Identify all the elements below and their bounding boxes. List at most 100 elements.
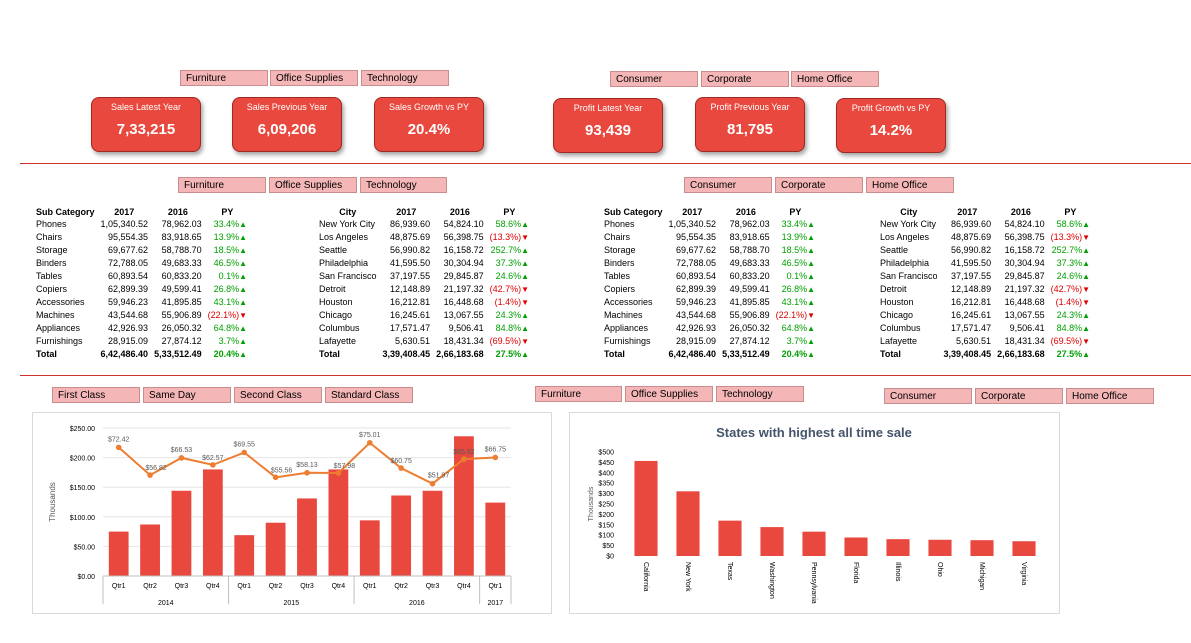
cell-value: 60,833.20	[161, 271, 202, 281]
cell-value: 55,906.89	[729, 310, 770, 320]
states-sales-chart: States with highest all time sale $0 $50 $1…	[569, 412, 1060, 614]
x-tick-label: Michigan	[978, 562, 985, 590]
kpi-sales-latest-year: Sales Latest Year 7,33,215	[91, 97, 201, 152]
bar-12	[485, 502, 506, 576]
slicer-furniture[interactable]: Furniture	[178, 177, 266, 193]
cell-value: 16,448.68	[443, 297, 484, 307]
cell-value: 56,398.75	[1004, 232, 1045, 242]
row-label: Lafayette	[880, 336, 918, 346]
py-change: (69.5%)▼	[487, 335, 532, 348]
py-change-value: 24.6%	[495, 271, 522, 281]
kpi-profit-latest-year: Profit Latest Year 93,439	[553, 98, 663, 153]
cell-value: 2,66,183.68	[997, 349, 1045, 359]
slicer-standard-class[interactable]: Standard Class	[325, 387, 413, 403]
py-change: (13.3%)▼	[1048, 231, 1093, 244]
slicer-consumer[interactable]: Consumer	[684, 177, 772, 193]
slicer-corporate[interactable]: Corporate	[975, 388, 1063, 404]
table-row: New York City 86,939.60 54,824.10 58.6%▲	[877, 218, 1093, 231]
py-change-value: 3.7%	[786, 336, 808, 346]
slicer-technology[interactable]: Technology	[716, 386, 804, 402]
py-change: 46.5%▲	[205, 257, 250, 270]
slicer-furniture[interactable]: Furniture	[180, 70, 268, 86]
slicer-home-office[interactable]: Home Office	[791, 71, 879, 87]
cell-value: 41,595.50	[390, 258, 431, 268]
table-row: Binders 72,788.05 49,683.33 46.5%▲	[33, 257, 250, 270]
cell-value: 69,677.62	[676, 245, 717, 255]
slicer-office-supplies[interactable]: Office Supplies	[269, 177, 357, 193]
slicer-office-supplies[interactable]: Office Supplies	[270, 70, 358, 86]
row-label: Seattle	[880, 245, 909, 255]
cell-value: 27,874.12	[161, 336, 202, 346]
py-change-value: (1.4%)	[1055, 297, 1083, 307]
py-change: 33.4%▲	[205, 218, 250, 231]
arrow-up-icon: ▲	[1082, 311, 1091, 320]
slicer-corporate[interactable]: Corporate	[701, 71, 789, 87]
py-change-value: 37.3%	[1056, 258, 1083, 268]
py-change-value: 33.4%	[781, 219, 808, 229]
cell-value: 42,926.93	[108, 323, 149, 333]
py-change-value: 252.7%	[1051, 245, 1083, 255]
py-change-value: 20.4%	[781, 349, 808, 359]
table-row: Detroit 12,148.89 21,197.32 (42.7%)▼	[316, 283, 532, 296]
column-header: PY	[789, 207, 802, 217]
x-tick-label: Qtr1	[112, 583, 126, 590]
bar-michigan	[970, 540, 994, 556]
bar-5	[265, 522, 286, 576]
y-axis-title: Thousands	[588, 486, 595, 521]
line-point-7	[335, 470, 342, 476]
line-point-0	[115, 444, 122, 451]
kpi-value: 6,09,206	[257, 121, 317, 138]
cell-value: 16,158.72	[1004, 245, 1045, 255]
slicer-corporate[interactable]: Corporate	[775, 177, 863, 193]
cell-value: 28,915.09	[108, 336, 149, 346]
slicer-consumer[interactable]: Consumer	[884, 388, 972, 404]
y-tick-label: $0	[606, 554, 614, 561]
line-data-label: $60.75	[390, 458, 412, 465]
slicer-consumer[interactable]: Consumer	[610, 71, 698, 87]
row-label: Tables	[36, 271, 63, 281]
cell-value: 30,304.94	[443, 258, 484, 268]
cell-value: 72,788.05	[676, 258, 717, 268]
table-row: Seattle 56,990.82 16,158.72 252.7%▲	[316, 244, 532, 257]
bar-washington	[760, 527, 784, 556]
slicer-home-office[interactable]: Home Office	[866, 177, 954, 193]
line-point-5	[272, 474, 279, 481]
slicer-office-supplies[interactable]: Office Supplies	[625, 386, 713, 402]
y-tick-label: $0.00	[77, 574, 95, 581]
table-row: Phones 1,05,340.52 78,962.03 33.4%▲	[601, 218, 818, 231]
column-header: City	[900, 207, 918, 217]
slicer-technology[interactable]: Technology	[361, 70, 449, 86]
slicer-technology[interactable]: Technology	[360, 177, 447, 193]
slicer-first-class[interactable]: First Class	[52, 387, 140, 403]
bar-illinois	[886, 539, 910, 556]
arrow-down-icon: ▼	[1082, 285, 1091, 294]
column-header: 2017	[396, 207, 417, 217]
py-change: 58.6%▲	[1048, 218, 1093, 231]
py-change-value: 18.5%	[213, 245, 240, 255]
table-row: Los Angeles 48,875.69 56,398.75 (13.3%)▼	[877, 231, 1093, 244]
py-change-value: 46.5%	[213, 258, 240, 268]
column-header: 2017	[957, 207, 978, 217]
py-change: 3.7%▲	[773, 335, 818, 348]
y-tick-label: $400	[598, 470, 614, 477]
cell-value: 49,683.33	[161, 258, 202, 268]
slicer-same-day[interactable]: Same Day	[143, 387, 231, 403]
arrow-up-icon: ▲	[239, 220, 248, 229]
py-change-value: 24.6%	[1056, 271, 1083, 281]
row-label: Storage	[604, 245, 636, 255]
py-change-value: 0.1%	[218, 271, 240, 281]
slicer-home-office[interactable]: Home Office	[1066, 388, 1154, 404]
year-label: 2017	[488, 600, 504, 607]
slicer-furniture[interactable]: Furniture	[535, 386, 622, 402]
cell-value: 6,42,486.40	[668, 349, 717, 359]
py-change: (22.1%)▼	[205, 309, 250, 322]
bar-new-york	[676, 491, 700, 556]
table-row: Columbus 17,571.47 9,506.41 84.8%▲	[877, 322, 1093, 335]
table-row: Furnishings 28,915.09 27,874.12 3.7%▲	[601, 335, 818, 348]
table-row: Furnishings 28,915.09 27,874.12 3.7%▲	[33, 335, 250, 348]
arrow-up-icon: ▲	[239, 350, 248, 359]
py-change-value: 18.5%	[781, 245, 808, 255]
table-row: San Francisco 37,197.55 29,845.87 24.6%▲	[316, 270, 532, 283]
line-data-label: $69.55	[234, 441, 256, 448]
slicer-second-class[interactable]: Second Class	[234, 387, 322, 403]
